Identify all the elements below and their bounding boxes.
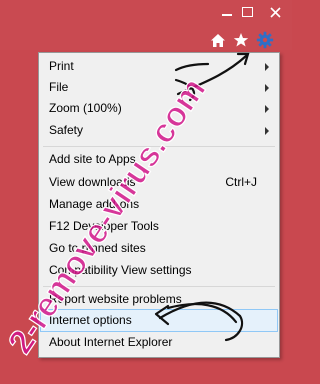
menu-item-go-to-pinned-sites[interactable]: Go to pinned sites <box>41 238 277 259</box>
menu-item-report-website-problems[interactable]: Report website problems <box>41 289 277 310</box>
shortcut-label: Ctrl+J <box>225 175 257 189</box>
submenu-arrow-icon <box>265 84 269 92</box>
menu-item-internet-options[interactable]: Internet options <box>40 309 278 332</box>
menu-item-safety[interactable]: Safety <box>41 120 277 141</box>
star-icon <box>233 33 249 47</box>
submenu-arrow-icon <box>265 105 269 113</box>
minimize-icon <box>222 14 232 16</box>
submenu-arrow-icon <box>265 63 269 71</box>
menu-separator <box>43 146 275 147</box>
submenu-arrow-icon <box>265 127 269 135</box>
window-bottom-edge <box>0 368 292 384</box>
tools-menu: Print File Zoom (100%) Safety Add site t… <box>38 52 280 358</box>
menu-item-add-site-to-apps[interactable]: Add site to Apps <box>41 149 277 170</box>
close-button[interactable] <box>258 0 292 24</box>
menu-item-print[interactable]: Print <box>41 56 277 77</box>
menu-item-about-internet-explorer[interactable]: About Internet Explorer <box>41 332 277 353</box>
menu-item-manage-add-ons[interactable]: Manage add-ons <box>41 194 277 215</box>
menu-separator <box>43 286 275 287</box>
home-icon <box>211 33 225 47</box>
menu-item-zoom[interactable]: Zoom (100%) <box>41 98 277 119</box>
maximize-button[interactable] <box>238 0 256 24</box>
home-button[interactable] <box>209 31 227 49</box>
menu-item-compatibility-view-settings[interactable]: Compatibility View settings <box>41 260 277 281</box>
menu-item-view-downloads[interactable]: View downloads Ctrl+J <box>41 172 277 193</box>
minimize-button[interactable] <box>218 0 236 24</box>
menu-item-f12-developer-tools[interactable]: F12 Developer Tools <box>41 216 277 237</box>
maximize-icon <box>241 7 253 17</box>
close-icon <box>269 6 281 18</box>
gear-icon <box>256 31 274 49</box>
menu-item-file[interactable]: File <box>41 77 277 98</box>
tools-button[interactable] <box>256 31 274 49</box>
favorites-button[interactable] <box>232 31 250 49</box>
